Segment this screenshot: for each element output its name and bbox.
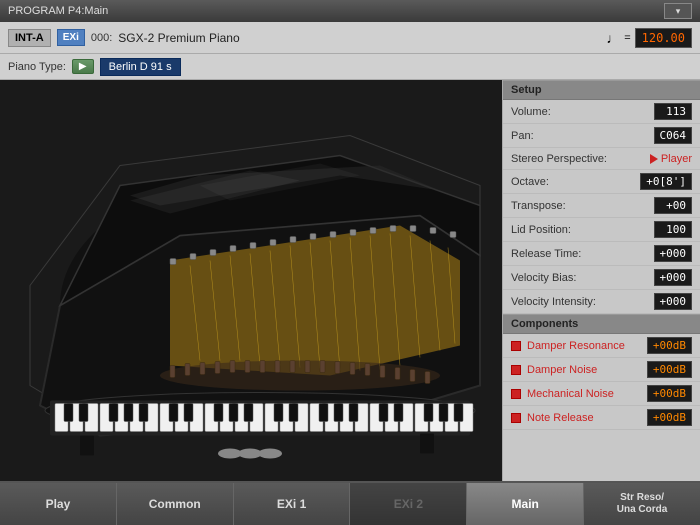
components-section-header: Components <box>503 314 700 334</box>
damper-resonance-row: Damper Resonance +00dB <box>503 334 700 358</box>
octave-value[interactable]: +0[8'] <box>640 173 692 190</box>
tab-str-reso[interactable]: Str Reso/Una Corda <box>584 483 700 525</box>
tab-exi1[interactable]: EXi 1 <box>234 483 351 525</box>
transpose-value[interactable]: +00 <box>654 197 692 214</box>
mechanical-noise-label: Mechanical Noise <box>527 388 647 400</box>
tab-play[interactable]: Play <box>0 483 117 525</box>
piano-type-value: Berlin D 91 s <box>100 58 181 76</box>
volume-row: Volume: 113 <box>503 100 700 124</box>
stereo-perspective-value[interactable]: Player <box>661 153 692 165</box>
main-content: INT-A EXi 000: SGX-2 Premium Piano ♩ = 1… <box>0 22 700 481</box>
title-bar: PROGRAM P4:Main ▾ <box>0 0 700 22</box>
note-release-indicator <box>511 413 521 423</box>
mechanical-noise-indicator <box>511 389 521 399</box>
damper-noise-label: Damper Noise <box>527 364 647 376</box>
tempo-value[interactable]: 120.00 <box>635 28 692 48</box>
tempo-note-icon: ♩ <box>606 30 620 46</box>
top-bar: INT-A EXi 000: SGX-2 Premium Piano ♩ = 1… <box>0 22 700 54</box>
mechanical-noise-value[interactable]: +00dB <box>647 385 692 402</box>
release-time-row: Release Time: +000 <box>503 242 700 266</box>
lid-position-row: Lid Position: 100 <box>503 218 700 242</box>
piano-type-play-button[interactable]: ▶ <box>72 59 94 74</box>
pan-label: Pan: <box>511 130 654 142</box>
mechanical-noise-row: Mechanical Noise +00dB <box>503 382 700 406</box>
exi-badge[interactable]: EXi <box>57 29 85 46</box>
release-time-label: Release Time: <box>511 248 654 260</box>
stereo-play-indicator <box>650 154 658 164</box>
stereo-perspective-row: Stereo Perspective: Player <box>503 148 700 170</box>
lid-position-label: Lid Position: <box>511 224 654 236</box>
note-release-value[interactable]: +00dB <box>647 409 692 426</box>
piano-image-area <box>0 80 502 481</box>
velocity-intensity-label: Velocity Intensity: <box>511 296 654 308</box>
damper-resonance-indicator <box>511 341 521 351</box>
volume-value[interactable]: 113 <box>654 103 692 120</box>
octave-label: Octave: <box>511 176 640 188</box>
tab-main[interactable]: Main <box>467 483 584 525</box>
piano-illustration <box>0 80 502 481</box>
program-number: 000: <box>91 32 112 44</box>
octave-row: Octave: +0[8'] <box>503 170 700 194</box>
stereo-perspective-label: Stereo Perspective: <box>511 153 650 165</box>
damper-noise-value[interactable]: +00dB <box>647 361 692 378</box>
transpose-row: Transpose: +00 <box>503 194 700 218</box>
setup-section-header: Setup <box>503 80 700 100</box>
piano-type-label: Piano Type: <box>8 61 66 73</box>
pan-row: Pan: C064 <box>503 124 700 148</box>
damper-noise-row: Damper Noise +00dB <box>503 358 700 382</box>
velocity-bias-value[interactable]: +000 <box>654 269 693 286</box>
volume-label: Volume: <box>511 106 654 118</box>
lid-position-value[interactable]: 100 <box>654 221 692 238</box>
tempo-equals: = <box>624 32 630 44</box>
middle-area: Setup Volume: 113 Pan: C064 Stereo Persp… <box>0 80 700 481</box>
dropdown-icon: ▾ <box>676 6 681 17</box>
velocity-intensity-row: Velocity Intensity: +000 <box>503 290 700 314</box>
damper-resonance-label: Damper Resonance <box>527 340 647 352</box>
transpose-label: Transpose: <box>511 200 654 212</box>
note-release-row: Note Release +00dB <box>503 406 700 430</box>
window-title: PROGRAM P4:Main <box>8 5 108 17</box>
velocity-bias-label: Velocity Bias: <box>511 272 654 284</box>
damper-noise-indicator <box>511 365 521 375</box>
bottom-tab-bar: Play Common EXi 1 EXi 2 Main Str Reso/Un… <box>0 481 700 525</box>
damper-resonance-value[interactable]: +00dB <box>647 337 692 354</box>
pan-value[interactable]: C064 <box>654 127 693 144</box>
right-panel: Setup Volume: 113 Pan: C064 Stereo Persp… <box>502 80 700 481</box>
tab-common[interactable]: Common <box>117 483 234 525</box>
velocity-intensity-value[interactable]: +000 <box>654 293 693 310</box>
program-name: SGX-2 Premium Piano <box>118 31 600 45</box>
piano-type-bar: Piano Type: ▶ Berlin D 91 s <box>0 54 700 80</box>
note-release-label: Note Release <box>527 412 647 424</box>
title-dropdown-button[interactable]: ▾ <box>664 3 692 19</box>
int-badge: INT-A <box>8 29 51 47</box>
release-time-value[interactable]: +000 <box>654 245 693 262</box>
velocity-bias-row: Velocity Bias: +000 <box>503 266 700 290</box>
tempo-box: ♩ = 120.00 <box>606 28 692 48</box>
tab-exi2: EXi 2 <box>350 483 467 525</box>
